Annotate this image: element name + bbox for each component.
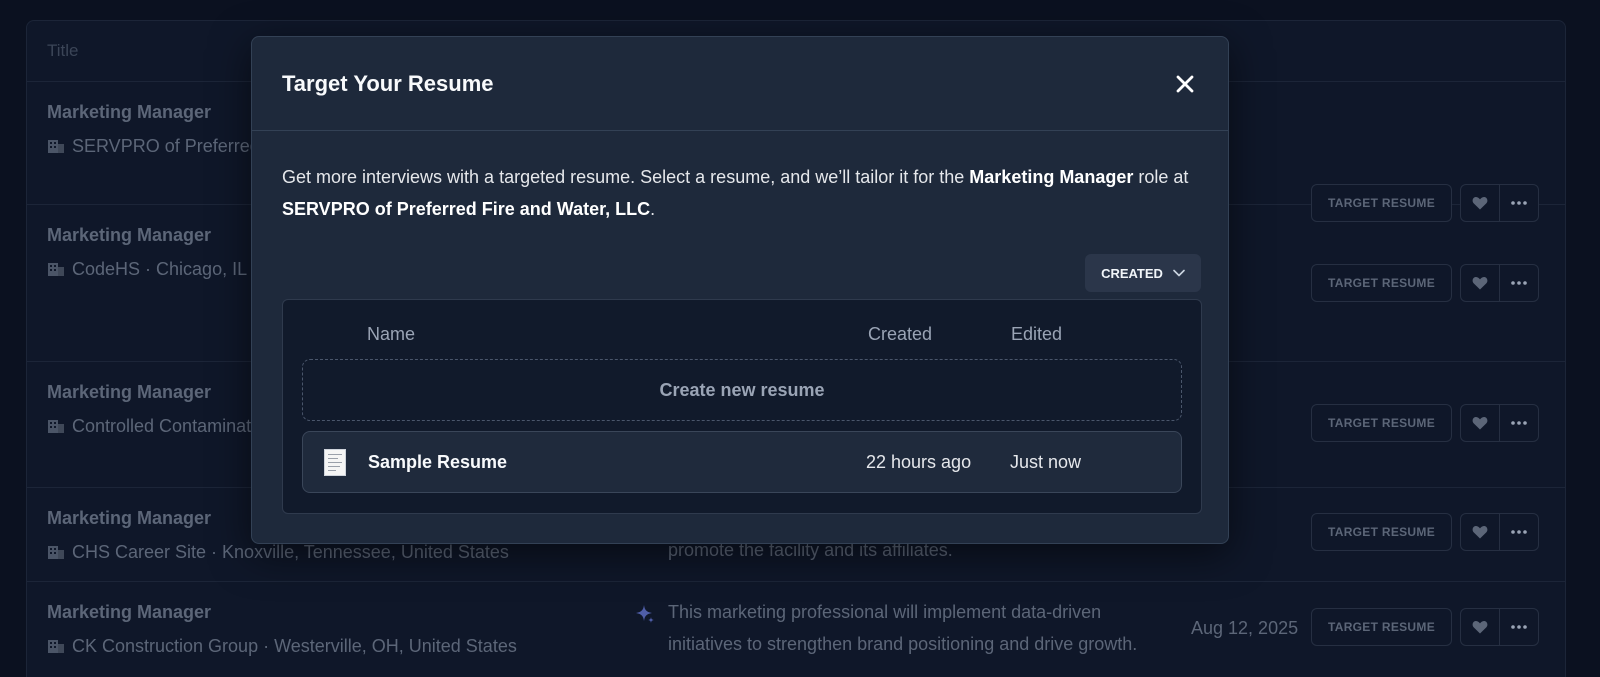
job-company: CK Construction Group · Westerville, OH,…	[47, 632, 607, 661]
resume-edited: Just now	[1010, 452, 1082, 472]
favorite-button[interactable]	[1460, 608, 1500, 646]
column-title-header: Title	[47, 41, 79, 60]
heart-icon	[1472, 525, 1488, 539]
close-button[interactable]	[1172, 71, 1198, 97]
job-title[interactable]: Marketing Manager	[47, 508, 211, 529]
modal-title: Target Your Resume	[282, 70, 494, 96]
resume-table: Name Created Edited Create new resume Sa…	[282, 299, 1202, 514]
target-resume-button[interactable]: TARGET RESUME	[1311, 608, 1452, 646]
job-row[interactable]: Marketing Manager CK Construction Group …	[27, 582, 1565, 677]
building-icon	[48, 640, 64, 653]
building-icon	[48, 263, 64, 276]
intro-suffix: .	[650, 199, 656, 219]
target-resume-modal: Target Your Resume Get more interviews w…	[251, 36, 1229, 544]
resume-created: 22 hours ago	[866, 452, 972, 472]
sparkle-icon	[636, 605, 654, 623]
more-options-button[interactable]	[1499, 608, 1539, 646]
page: Title Marketing Manager SERVPRO of Prefe…	[0, 0, 1600, 677]
column-created-header[interactable]: Created	[868, 324, 932, 345]
target-resume-button[interactable]: TARGET RESUME	[1311, 404, 1452, 442]
job-title[interactable]: Marketing Manager	[47, 225, 211, 246]
more-icon	[1511, 625, 1527, 629]
heart-icon	[1472, 620, 1488, 634]
more-icon	[1511, 281, 1527, 285]
create-new-resume-button[interactable]: Create new resume	[302, 359, 1182, 421]
more-icon	[1511, 530, 1527, 534]
close-icon	[1176, 75, 1194, 92]
modal-header: Target Your Resume	[252, 37, 1228, 131]
job-title[interactable]: Marketing Manager	[47, 382, 211, 403]
company-name: CHS Career Site · Knoxville, Tennessee, …	[72, 542, 509, 562]
job-title[interactable]: Marketing Manager	[47, 102, 211, 123]
building-icon	[48, 140, 64, 153]
favorite-button[interactable]	[1460, 404, 1500, 442]
intro-middle: role at	[1133, 167, 1189, 187]
target-resume-button[interactable]: TARGET RESUME	[1311, 513, 1452, 551]
favorite-button[interactable]	[1460, 513, 1500, 551]
resume-row[interactable]: Sample Resume 22 hours ago Just now	[302, 431, 1182, 493]
modal-intro-text: Get more interviews with a targeted resu…	[282, 161, 1202, 225]
target-resume-button[interactable]: TARGET RESUME	[1311, 264, 1452, 302]
more-options-button[interactable]	[1499, 513, 1539, 551]
heart-icon	[1472, 276, 1488, 290]
sort-label: CREATED	[1101, 265, 1163, 281]
column-edited-header[interactable]: Edited	[1011, 324, 1062, 345]
building-icon	[48, 546, 64, 559]
job-title[interactable]: Marketing Manager	[47, 602, 211, 623]
favorite-button[interactable]	[1460, 264, 1500, 302]
document-icon	[324, 449, 346, 476]
intro-role: Marketing Manager	[969, 167, 1134, 187]
heart-icon	[1472, 416, 1488, 430]
company-name: CodeHS · Chicago, IL	[72, 259, 248, 279]
intro-company: SERVPRO of Preferred Fire and Water, LLC	[282, 199, 651, 219]
building-icon	[48, 420, 64, 433]
company-name: CK Construction Group · Westerville, OH,…	[72, 636, 517, 656]
more-icon	[1511, 421, 1527, 425]
job-description: This marketing professional will impleme…	[668, 602, 1138, 654]
chevron-down-icon	[1173, 269, 1185, 277]
more-options-button[interactable]	[1499, 264, 1539, 302]
intro-prefix: Get more interviews with a targeted resu…	[282, 167, 970, 187]
column-name-header[interactable]: Name	[367, 324, 415, 345]
more-options-button[interactable]	[1499, 404, 1539, 442]
job-date: Aug 12, 2025	[1191, 618, 1299, 638]
resume-name: Sample Resume	[368, 452, 508, 472]
sort-dropdown[interactable]: CREATED	[1085, 254, 1201, 292]
